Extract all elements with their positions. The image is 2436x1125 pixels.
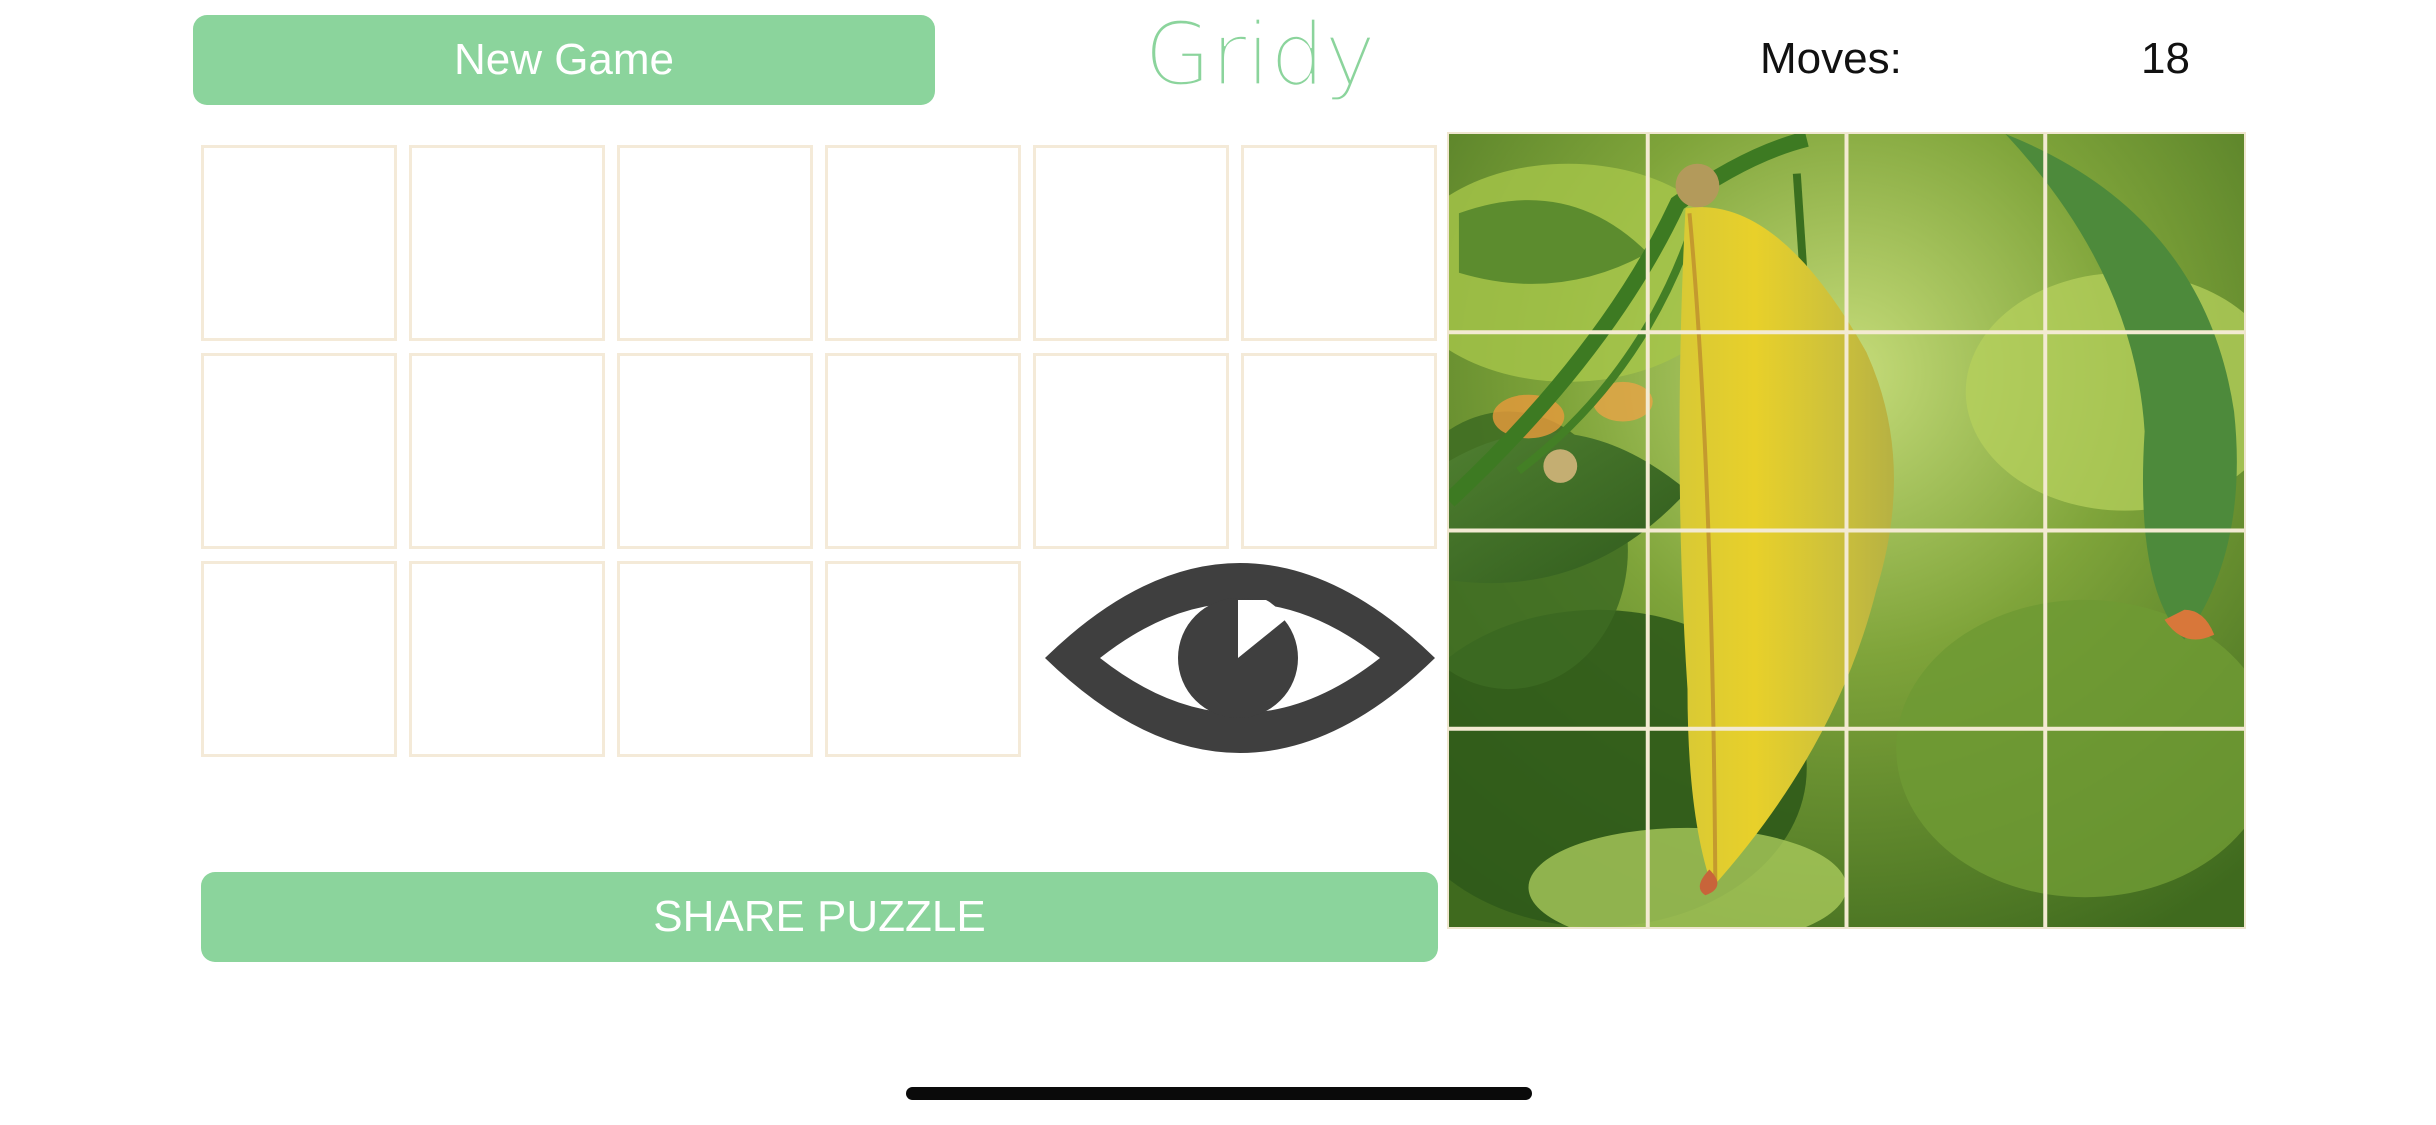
leaf-photo bbox=[1449, 134, 2244, 927]
moves-label: Moves: bbox=[1760, 34, 1902, 83]
empty-slot[interactable] bbox=[617, 561, 813, 757]
home-indicator bbox=[906, 1087, 1532, 1100]
gridy-logo: Gridy bbox=[1144, 4, 1377, 105]
empty-slot[interactable] bbox=[1033, 145, 1229, 341]
puzzle-image[interactable] bbox=[1447, 132, 2246, 929]
empty-slot[interactable] bbox=[825, 145, 1021, 341]
empty-slot[interactable] bbox=[201, 561, 397, 757]
new-game-button[interactable]: New Game bbox=[193, 15, 935, 105]
empty-slot[interactable] bbox=[201, 145, 397, 341]
logo-text: Gridy bbox=[1144, 5, 1375, 105]
empty-slot[interactable] bbox=[1033, 353, 1229, 549]
empty-slot[interactable] bbox=[825, 353, 1021, 549]
empty-slot[interactable] bbox=[1241, 145, 1437, 341]
empty-slot[interactable] bbox=[409, 353, 605, 549]
empty-slot[interactable] bbox=[409, 145, 605, 341]
empty-slot[interactable] bbox=[617, 353, 813, 549]
moves-counter: 18 bbox=[2141, 34, 2190, 83]
empty-slot[interactable] bbox=[201, 353, 397, 549]
empty-slot[interactable] bbox=[825, 561, 1021, 757]
share-puzzle-button[interactable]: SHARE PUZZLE bbox=[201, 872, 1438, 962]
empty-slot[interactable] bbox=[409, 561, 605, 757]
empty-slot[interactable] bbox=[1241, 353, 1437, 549]
eye-icon[interactable] bbox=[1040, 558, 1440, 758]
empty-slot[interactable] bbox=[617, 145, 813, 341]
